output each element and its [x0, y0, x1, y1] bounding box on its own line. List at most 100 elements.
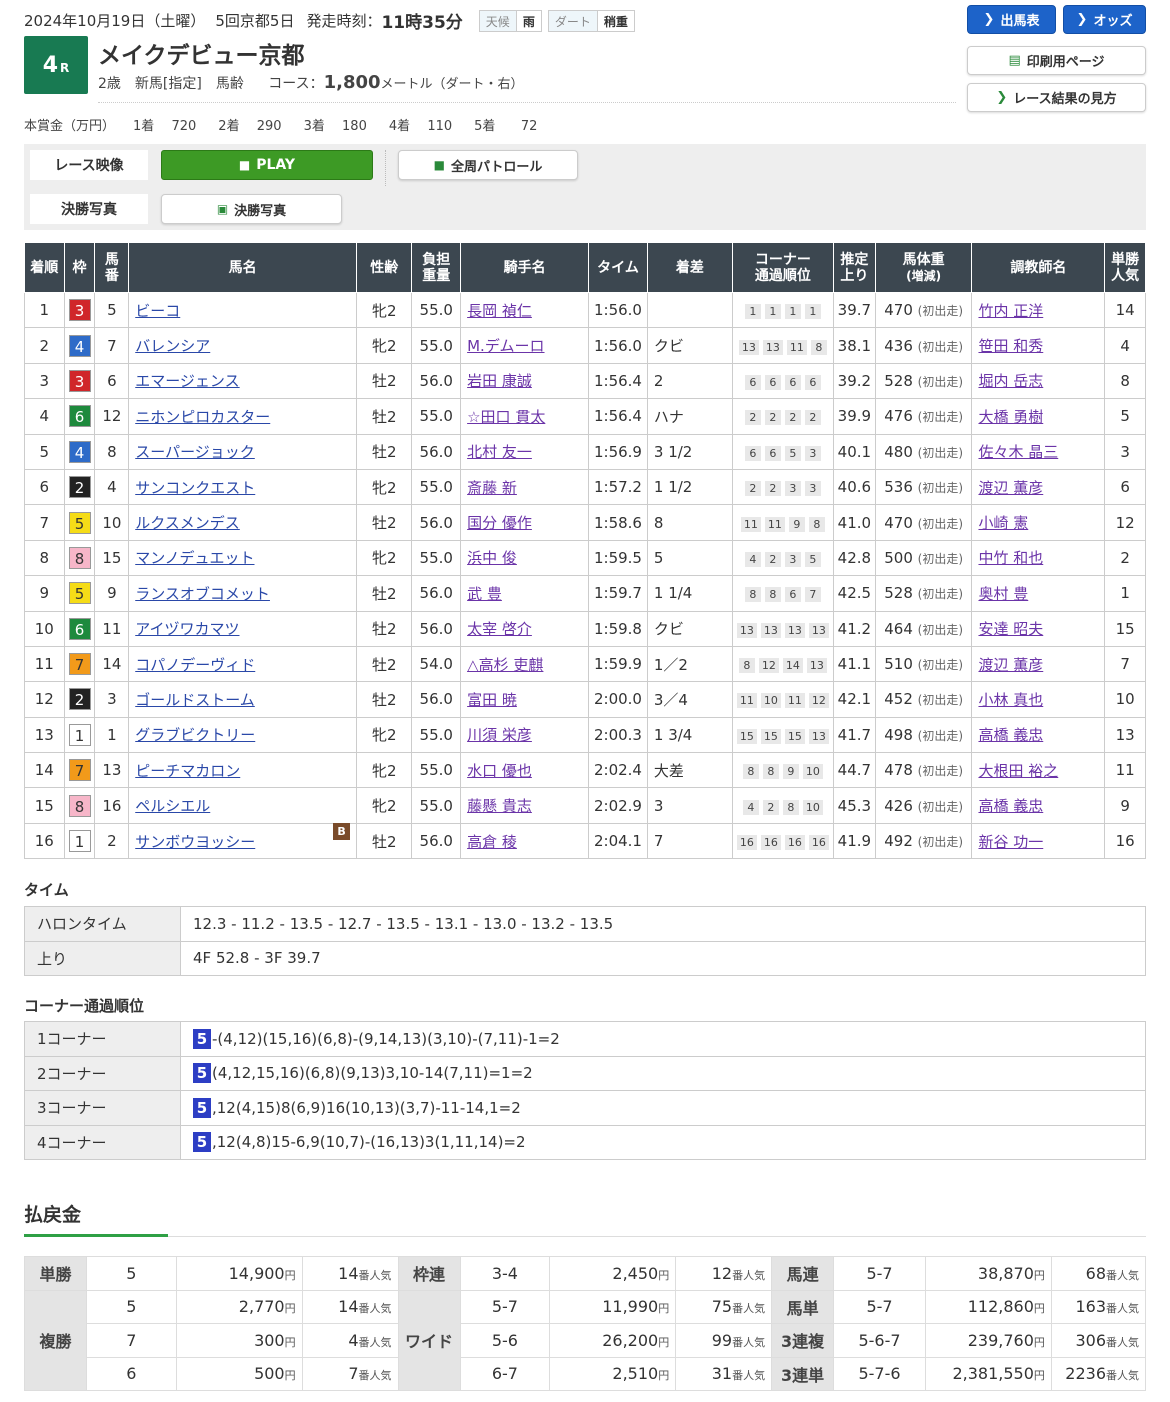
body-weight: 426 (初出走) — [874, 787, 973, 824]
corner-positions: 8 8 9 10 — [731, 752, 834, 789]
horse-name-link[interactable]: サンボウヨッシー — [135, 833, 255, 851]
horse-name-link[interactable]: ビーコ — [135, 302, 180, 320]
jockey-cell: M.デムーロ — [460, 327, 590, 364]
waku: 1 — [63, 716, 96, 754]
body-weight: 464 (初出走) — [874, 610, 973, 647]
corner-positions: 2222 — [731, 398, 834, 435]
pay-amount: 26,200円 — [549, 1323, 677, 1358]
horse-number: 4 — [94, 468, 130, 506]
jockey-cell: 藤懸 貴志 — [460, 787, 590, 824]
header-cell: 馬名 — [128, 242, 358, 293]
horse-name-link[interactable]: バレンシア — [135, 337, 210, 355]
jockey-link[interactable]: M.デムーロ — [467, 337, 544, 355]
horse-name-link[interactable]: マンノデュエット — [135, 549, 254, 567]
waku: 3 — [63, 291, 96, 329]
trainer-cell: 大橋 勇樹 — [971, 398, 1106, 435]
jockey-link[interactable]: 水口 優也 — [467, 762, 532, 780]
horse-name-link[interactable]: ペルシエル — [135, 797, 210, 815]
trainer-cell: 新谷 功一 — [971, 822, 1106, 860]
horse-name-link[interactable]: ランスオブコメット — [135, 585, 270, 603]
trainer-link[interactable]: 渡辺 薫彦 — [978, 479, 1043, 497]
sex-age: 牝2 — [356, 716, 413, 754]
pay-combo: 6-7 — [459, 1356, 551, 1391]
horse-name-link[interactable]: ピーチマカロン — [135, 762, 240, 780]
margin: 3／4 — [646, 681, 733, 718]
horse-name-link[interactable]: エマージェンス — [135, 372, 239, 390]
rank: 10 — [24, 610, 65, 647]
jockey-link[interactable]: 岩田 康誠 — [467, 372, 532, 390]
trainer-link[interactable]: 竹内 正洋 — [978, 302, 1043, 320]
jockey-link[interactable]: ☆田口 貫太 — [467, 408, 545, 426]
jockey-link[interactable]: 太宰 啓介 — [467, 620, 532, 638]
jockey-link[interactable]: 川須 栄彦 — [467, 726, 532, 744]
waku: 7 — [63, 752, 96, 789]
jockey-link[interactable]: 藤懸 貴志 — [467, 797, 532, 815]
jockey-link[interactable]: 斎藤 新 — [467, 479, 517, 497]
trainer-link[interactable]: 小林 真也 — [978, 691, 1043, 709]
trainer-link[interactable]: 佐々木 晶三 — [978, 443, 1058, 461]
corner-row: 4コーナー 5,12(4,8)15-6,9(10,7)-(16,13)3(1,11… — [24, 1124, 1146, 1160]
trainer-link[interactable]: 高橋 義忠 — [978, 726, 1043, 744]
pay-amount: 2,450円 — [549, 1256, 677, 1291]
blinker-icon: B — [333, 822, 351, 840]
corner-key: 4コーナー — [24, 1124, 181, 1160]
horse-name-link[interactable]: グラブビクトリー — [135, 726, 255, 744]
trainer-link[interactable]: 大橋 勇樹 — [978, 408, 1043, 426]
horse-name-link[interactable]: サンコンクエスト — [135, 479, 255, 497]
howto-button[interactable]: ❯ レース結果の見方 — [967, 83, 1146, 112]
shutuba-button[interactable]: ❯ 出馬表 — [967, 5, 1056, 34]
horse-name-link[interactable]: コパノデーヴィド — [135, 656, 255, 674]
jockey-cell: △高杉 吏麒 — [460, 645, 590, 683]
trainer-link[interactable]: 中竹 和也 — [978, 549, 1043, 567]
waku: 8 — [63, 787, 96, 824]
jockey-link[interactable]: 北村 友一 — [467, 443, 532, 461]
horse-name-cell: ピーチマカロン — [128, 752, 358, 789]
horse-number: 8 — [94, 433, 130, 470]
rank: 6 — [24, 468, 65, 506]
kaisai: 5回京都5日 — [215, 12, 295, 30]
odds-button[interactable]: ❯ オッズ — [1063, 5, 1146, 34]
jockey-link[interactable]: 長岡 禎仁 — [467, 302, 532, 320]
trainer-link[interactable]: 奥村 豊 — [978, 585, 1028, 603]
trainer-link[interactable]: 新谷 功一 — [978, 833, 1043, 851]
sex-age: 牡2 — [356, 610, 413, 647]
horse-name-link[interactable]: ニホンピロカスター — [135, 408, 270, 426]
play-button[interactable]: ■ PLAY — [161, 150, 373, 180]
trainer-link[interactable]: 笹田 和秀 — [978, 337, 1043, 355]
jockey-link[interactable]: 国分 優作 — [467, 514, 532, 532]
margin: クビ — [646, 610, 733, 647]
patrol-button[interactable]: ■ 全周パトロール — [398, 150, 578, 180]
sex-age: 牡2 — [356, 398, 413, 435]
horse-name-link[interactable]: ゴールドストーム — [135, 691, 255, 709]
race-number-badge: 4R — [24, 36, 88, 94]
horse-name-link[interactable]: スーパージョック — [135, 443, 255, 461]
rank: 16 — [24, 822, 65, 860]
margin: 8 — [646, 504, 733, 541]
pay-row: 複勝 5 2,770円 14番人気 ワイド 5-7 11,990円 75番人気 馬単 5-7 112… — [24, 1289, 1147, 1391]
trainer-link[interactable]: 安達 昭夫 — [978, 620, 1043, 638]
jockey-cell: 北村 友一 — [460, 433, 590, 470]
trainer-link[interactable]: 小崎 憲 — [978, 514, 1028, 532]
jockey-link[interactable]: 富田 暁 — [467, 691, 517, 709]
photo-button[interactable]: ▣ 決勝写真 — [161, 194, 342, 224]
media-divider — [385, 150, 386, 186]
corner-positions: 11 10 11 12 — [731, 681, 834, 718]
trainer-link[interactable]: 高橋 義忠 — [978, 797, 1043, 815]
trainer-link[interactable]: 渡辺 薫彦 — [978, 656, 1043, 674]
jockey-link[interactable]: 武 豊 — [467, 585, 502, 603]
jockey-link[interactable]: 高倉 稜 — [467, 833, 517, 851]
popularity: 15 — [1104, 610, 1146, 647]
horse-name-link[interactable]: アイヅワカマツ — [135, 620, 239, 638]
trainer-cell: 佐々木 晶三 — [971, 433, 1106, 470]
horse-name-link[interactable]: ルクスメンデス — [135, 514, 240, 532]
waku: 5 — [63, 575, 96, 612]
print-button[interactable]: ▤ 印刷用ページ — [967, 46, 1146, 75]
horse-name-cell: サンコンクエスト — [128, 468, 358, 506]
trainer-link[interactable]: 堀内 岳志 — [978, 372, 1043, 390]
payout-divider — [24, 1236, 1146, 1237]
jockey-link[interactable]: △高杉 吏麒 — [467, 656, 543, 674]
jockey-link[interactable]: 浜中 俊 — [467, 549, 517, 567]
pay-combo: 5-7 — [833, 1289, 926, 1324]
horse-number: 11 — [94, 610, 130, 647]
trainer-link[interactable]: 大根田 裕之 — [978, 762, 1058, 780]
